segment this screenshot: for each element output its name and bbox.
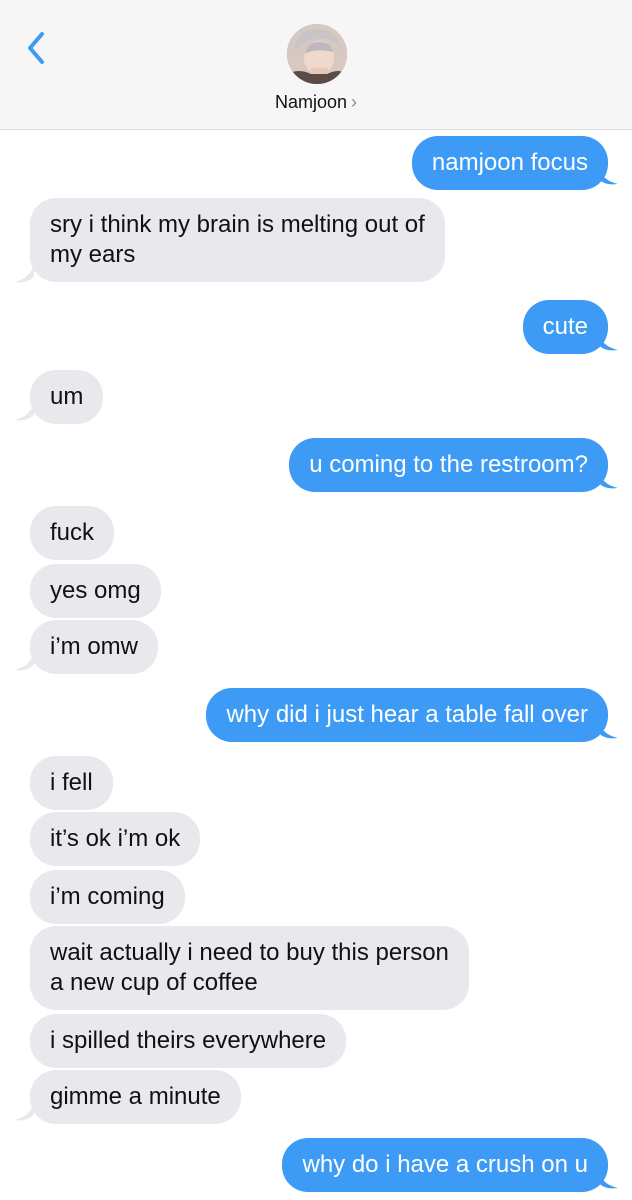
- message-line: my ears: [50, 241, 136, 268]
- outgoing-message[interactable]: why do i have a crush on u: [282, 1138, 608, 1192]
- message-text: fuck: [50, 519, 95, 546]
- message-text: namjoon focus: [431, 149, 588, 176]
- bubble-tail: [598, 1168, 618, 1189]
- incoming-message[interactable]: i’m omw: [30, 620, 158, 674]
- avatar-photo: [287, 24, 347, 84]
- message-line: a new cup of coffee: [50, 969, 258, 996]
- message-text: i fell: [50, 769, 93, 796]
- conversation-header: Namjoon ›: [0, 0, 632, 130]
- bubble-tail: [14, 400, 34, 421]
- outgoing-message[interactable]: why did i just hear a table fall over: [206, 688, 608, 742]
- chevron-right-icon: ›: [351, 92, 358, 112]
- incoming-message[interactable]: um: [30, 370, 104, 424]
- outgoing-message[interactable]: cute: [522, 300, 608, 354]
- contact-name: Namjoon: [274, 92, 348, 112]
- incoming-message[interactable]: fuck: [30, 506, 115, 560]
- incoming-message[interactable]: i spilled theirs everywhere: [30, 1014, 347, 1068]
- chevron-left-icon: [28, 32, 44, 64]
- message-text: cute: [542, 313, 588, 340]
- outgoing-message[interactable]: namjoon focus: [411, 136, 608, 190]
- incoming-message[interactable]: i fell: [30, 756, 113, 810]
- message-text: um: [50, 383, 84, 410]
- outgoing-message[interactable]: u coming to the restroom?: [289, 438, 608, 492]
- message-line: sry i think my brain is melting out of: [50, 211, 425, 238]
- message-text: why did i just hear a table fall over: [226, 701, 588, 728]
- bubble-tail: [598, 164, 618, 185]
- message-line: wait actually i need to buy this person: [50, 939, 449, 966]
- message-text: gimme a minute: [50, 1083, 221, 1110]
- message-text: u coming to the restroom?: [309, 451, 588, 478]
- incoming-message[interactable]: i’m coming: [30, 870, 185, 924]
- bubble-tail: [14, 1100, 34, 1121]
- bubble-tail: [14, 262, 34, 283]
- contact-avatar[interactable]: [287, 24, 347, 84]
- incoming-message[interactable]: sry i think my brain is melting out of m…: [30, 198, 445, 282]
- message-text: i’m omw: [50, 633, 138, 660]
- bubble-tail: [598, 330, 618, 351]
- back-button[interactable]: [22, 28, 52, 68]
- incoming-message[interactable]: wait actually i need to buy this person …: [30, 926, 469, 1010]
- incoming-message[interactable]: it’s ok i’m ok: [30, 812, 201, 866]
- bubble-tail: [14, 650, 34, 671]
- contact-name-link[interactable]: Namjoon ›: [0, 92, 632, 113]
- message-text: yes omg: [50, 577, 141, 604]
- message-text: it’s ok i’m ok: [50, 825, 181, 852]
- message-text: i’m coming: [50, 883, 165, 910]
- incoming-message[interactable]: yes omg: [30, 564, 161, 618]
- message-text: why do i have a crush on u: [302, 1151, 588, 1178]
- bubble-tail: [598, 468, 618, 489]
- bubble-tail: [598, 718, 618, 739]
- message-text: i spilled theirs everywhere: [50, 1027, 327, 1054]
- incoming-message[interactable]: gimme a minute: [30, 1070, 241, 1124]
